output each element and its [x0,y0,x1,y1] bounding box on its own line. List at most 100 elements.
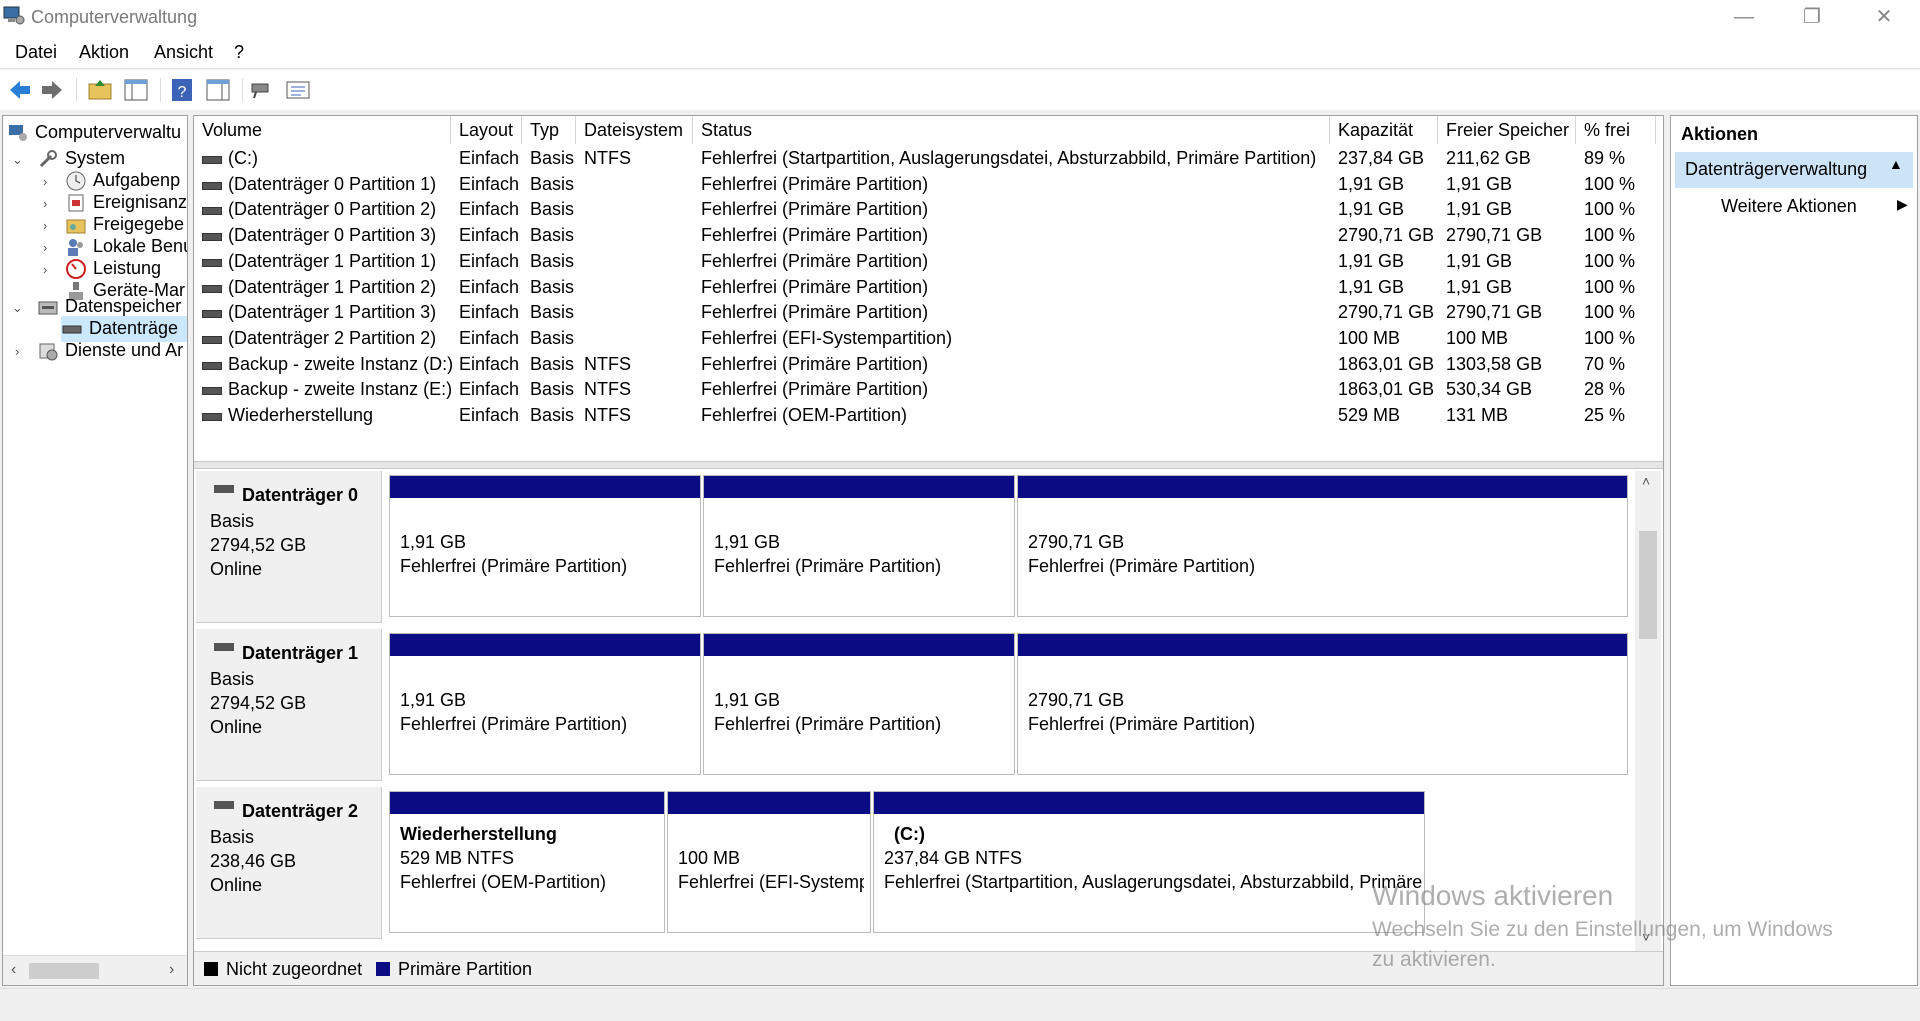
column-header-volume[interactable]: Volume [194,116,451,144]
scroll-left-icon[interactable]: ‹ [11,961,16,979]
menu-help[interactable]: ? [234,42,244,63]
capacity-cell: 2790,71 GB [1338,302,1435,323]
pane-splitter[interactable] [194,461,1663,469]
help-icon[interactable]: ? [168,76,196,104]
table-row[interactable]: (Datenträger 1 Partition 3) Einfach Basis F… [194,300,1663,326]
volume-icon [202,207,222,216]
partition-block[interactable]: (C:) 237,84 GB NTFS Fehlerfrei (Startpar… [873,791,1425,933]
folder-up-icon[interactable] [86,76,114,104]
toolbar-separator [76,78,77,102]
tree-item-services[interactable]: Dienste und Ar [37,338,183,364]
menu-datei[interactable]: Datei [15,42,57,63]
type-cell: Basis [530,173,575,194]
chevron-right-icon[interactable]: › [43,262,47,277]
chevron-down-icon[interactable]: ⌄ [12,300,23,316]
chevron-right-icon[interactable]: › [43,218,47,233]
column-header-percent-free[interactable]: % frei [1576,116,1656,144]
disk-size: 2794,52 GB [210,693,307,713]
percent-free-cell: 100 % [1584,276,1636,297]
layout-cell: Einfach [459,250,520,271]
volume-icon [202,361,222,370]
close-button[interactable]: ✕ [1850,0,1918,36]
partition-block[interactable]: 1,91 GB Fehlerfrei (Primäre Partition) [389,633,701,775]
partition-block[interactable]: 2790,71 GB Fehlerfrei (Primäre Partition… [1017,633,1628,775]
disk-status: Online [210,875,263,895]
tree-label: System [65,148,126,168]
actions-section-disk-management[interactable]: Datenträgerverwaltung ▲ [1675,152,1913,188]
restore-button[interactable]: ❐ [1778,0,1846,36]
volume-icon [202,335,222,344]
capacity-cell: 1,91 GB [1338,199,1405,220]
chevron-right-icon[interactable]: › [43,174,47,189]
disk-view-vertical-scrollbar[interactable]: ˄ ˅ [1635,471,1661,951]
status-cell: Fehlerfrei (Primäre Partition) [701,353,929,374]
partition-block[interactable]: 1,91 GB Fehlerfrei (Primäre Partition) [389,475,701,617]
scroll-right-icon[interactable]: › [169,961,174,979]
properties-icon[interactable] [284,76,312,104]
percent-free-cell: 100 % [1584,327,1636,348]
partition-size: 2790,71 GB [1028,532,1125,552]
table-row[interactable]: (C:) Einfach Basis NTFS Fehlerfrei (Startpar… [194,146,1663,172]
free-space-cell: 530,34 GB [1446,379,1533,400]
show-action-pane-icon[interactable] [204,76,232,104]
connect-icon[interactable] [248,76,276,104]
table-row[interactable]: (Datenträger 0 Partition 1) Einfach Basis F… [194,172,1663,198]
column-header-filesystem[interactable]: Dateisystem [576,116,693,144]
type-cell: Basis [530,353,575,374]
partition-block[interactable]: Wiederherstellung 529 MB NTFS Fehlerfrei… [389,791,665,933]
menu-ansicht[interactable]: Ansicht [154,42,213,63]
partition-block[interactable]: 1,91 GB Fehlerfrei (Primäre Partition) [703,633,1015,775]
chevron-right-icon[interactable]: › [15,344,19,359]
partition-block[interactable]: 100 MB Fehlerfrei (EFI-Systemp [667,791,871,933]
filesystem-cell: NTFS [584,379,631,400]
type-cell: Basis [530,225,575,246]
disk-1-label[interactable]: Datenträger 1 Basis 2794,52 GB Online [196,629,382,781]
table-row[interactable]: (Datenträger 0 Partition 2) Einfach Basis F… [194,197,1663,223]
tree-horizontal-scrollbar[interactable]: ‹ › [3,955,187,985]
table-row[interactable]: (Datenträger 1 Partition 1) Einfach Basis F… [194,249,1663,275]
table-row[interactable]: Wiederherstellung Einfach Basis NTFS Fehlerf… [194,403,1663,429]
computer-management-icon [3,6,25,25]
table-row[interactable]: Backup - zweite Instanz (E:) Einfach Basis… [194,377,1663,403]
tree-label: Computerverwaltu [35,122,182,142]
users-icon [68,239,83,257]
filesystem-cell: NTFS [584,405,631,425]
disk-2-label[interactable]: Datenträger 2 Basis 238,46 GB Online [196,787,382,939]
column-header-type[interactable]: Typ [522,116,576,144]
show-hide-tree-icon[interactable] [122,76,150,104]
layout-cell: Einfach [459,353,520,374]
collapse-up-icon[interactable]: ▲ [1889,156,1903,172]
partition-size: 100 MB [678,848,741,868]
capacity-cell: 2790,71 GB [1338,225,1435,246]
back-arrow-icon[interactable] [6,76,34,104]
column-header-status[interactable]: Status [693,116,1330,144]
capacity-cell: 1863,01 GB [1338,353,1435,374]
chevron-right-icon[interactable]: › [43,196,47,211]
chevron-right-icon[interactable]: › [43,240,47,255]
tree-item-root[interactable]: Computerverwaltu [7,120,181,146]
table-row[interactable]: (Datenträger 0 Partition 3) Einfach Basis F… [194,223,1663,249]
table-row[interactable]: (Datenträger 1 Partition 2) Einfach Basis F… [194,275,1663,301]
primary-partition-band [390,634,700,656]
table-row[interactable]: Backup - zweite Instanz (D:) Einfach Basis… [194,352,1663,378]
more-actions-item[interactable]: Weitere Aktionen [1721,196,1857,217]
menu-aktion[interactable]: Aktion [79,42,129,63]
status-cell: Fehlerfrei (Primäre Partition) [701,302,929,323]
forward-arrow-icon[interactable] [38,76,66,104]
column-header-layout[interactable]: Layout [451,116,522,144]
type-cell: Basis [530,405,575,425]
scroll-up-icon[interactable]: ˄ [1642,473,1650,489]
chevron-down-icon[interactable]: ⌄ [12,152,23,168]
scrollbar-thumb[interactable] [1639,531,1657,639]
partition-block[interactable]: 1,91 GB Fehlerfrei (Primäre Partition) [703,475,1015,617]
minimize-button[interactable]: — [1710,0,1778,36]
partition-title: (C:) [894,824,925,844]
disk-0-label[interactable]: Datenträger 0 Basis 2794,52 GB Online [196,471,382,623]
column-header-free-space[interactable]: Freier Speicher [1438,116,1576,144]
scrollbar-thumb[interactable] [29,963,99,979]
partition-status: Fehlerfrei (Primäre Partition) [1028,714,1256,734]
table-row[interactable]: (Datenträger 2 Partition 2) Einfach Basis F… [194,326,1663,352]
column-header-capacity[interactable]: Kapazität [1330,116,1438,144]
disk-drive-icon [62,325,82,334]
partition-block[interactable]: 2790,71 GB Fehlerfrei (Primäre Partition… [1017,475,1628,617]
